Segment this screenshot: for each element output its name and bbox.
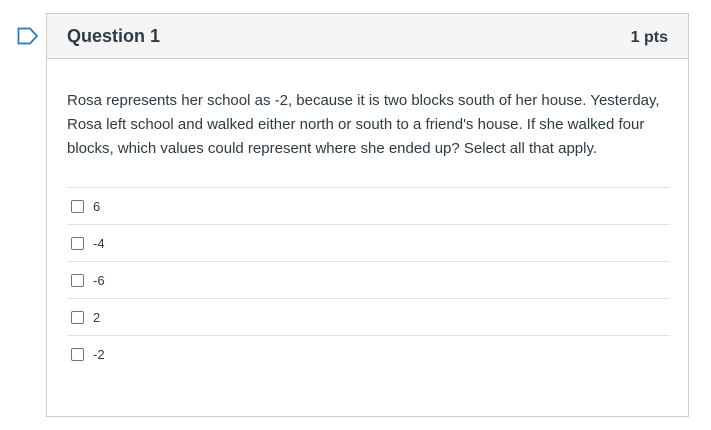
- answer-label: -4: [93, 235, 105, 251]
- flag-question-icon[interactable]: [17, 27, 39, 45]
- question-title: Question 1: [67, 25, 161, 46]
- answer-list: 6 -4 -6 2 -2: [67, 187, 670, 373]
- answer-checkbox[interactable]: [71, 236, 84, 250]
- answer-checkbox[interactable]: [71, 310, 84, 324]
- answer-checkbox[interactable]: [71, 348, 84, 361]
- answer-option[interactable]: 6: [67, 188, 670, 225]
- question-header: Question 1 1 pts: [47, 14, 688, 59]
- answer-option[interactable]: -2: [67, 336, 670, 373]
- question-body: Rosa represents her school as -2, becaus…: [47, 59, 688, 373]
- question-card: Question 1 1 pts Rosa represents her sch…: [46, 13, 689, 417]
- answer-label: -6: [93, 272, 105, 288]
- answer-option[interactable]: -6: [67, 262, 670, 299]
- answer-checkbox[interactable]: [71, 273, 84, 287]
- answer-label: -2: [93, 347, 105, 362]
- answer-option[interactable]: 2: [67, 299, 670, 336]
- answer-label: 2: [93, 309, 101, 325]
- question-points: 1 pts: [630, 28, 668, 46]
- answer-label: 6: [93, 198, 101, 214]
- answer-option[interactable]: -4: [67, 225, 670, 262]
- answer-checkbox[interactable]: [71, 199, 84, 213]
- question-text: Rosa represents her school as -2, becaus…: [67, 92, 660, 157]
